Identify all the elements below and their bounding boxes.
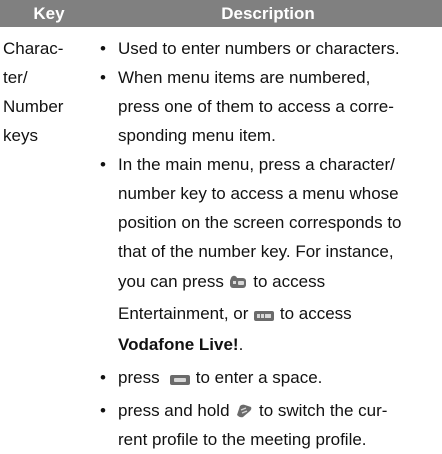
bullet-line: Vodafone Live!.: [118, 330, 442, 359]
bullet-item: • press to enter a space.: [97, 363, 442, 392]
bullet-line: number key to access a menu whose: [118, 184, 399, 203]
bullet-item: • When menu items are numbered, press on…: [97, 63, 442, 150]
table-row: Charac- ter/ Number keys • Used to enter…: [0, 34, 442, 454]
bullet-dot: •: [100, 401, 106, 420]
bullet-line: press and hold to switch the cur-: [118, 396, 442, 425]
key-description-table: Key Description Charac- ter/ Number keys…: [0, 0, 442, 454]
key-line: Number: [3, 97, 64, 116]
bullet-line: Used to enter numbers or characters.: [118, 39, 400, 58]
line-text: to switch the cur-: [254, 401, 388, 420]
line-text: to access: [248, 272, 326, 291]
key-line: keys: [3, 126, 38, 145]
line-text: to enter a space.: [191, 368, 323, 387]
key-6-icon: [254, 311, 275, 321]
line-text: .: [238, 335, 244, 354]
bullet-item: • press and hold to switch the cur- rent…: [97, 396, 442, 454]
bullet-dot: •: [100, 368, 106, 387]
key-0-icon: [170, 375, 191, 385]
bullet-line: Entertainment, or to access: [118, 298, 442, 330]
line-text: press and hold: [118, 401, 235, 420]
table-header: Key Description: [0, 0, 442, 27]
brand-name: Vodafone Live!: [118, 335, 239, 354]
line-text: to access: [275, 304, 352, 323]
bullet-line: that of the number key. For instance,: [118, 242, 394, 261]
bullet-line: press one of them to access a corre-: [118, 97, 394, 116]
bullet-line: When menu items are numbered,: [118, 68, 371, 87]
line-text: press: [118, 368, 165, 387]
bullet-line: press to enter a space.: [118, 363, 442, 392]
header-key: Key: [33, 4, 65, 23]
bullet-line: you can press to access: [118, 266, 442, 298]
bullet-line: sponding menu item.: [118, 126, 276, 145]
key-line: ter/: [3, 68, 28, 87]
line-text: Entertainment, or: [118, 304, 254, 323]
bullet-line: In the main menu, press a character/: [118, 155, 395, 174]
bullet-dot: •: [100, 68, 106, 87]
key-hash-icon: [237, 404, 252, 418]
header-description: Description: [221, 4, 315, 23]
key-3-icon: [229, 275, 246, 288]
description-cell: • Used to enter numbers or characters. •…: [97, 34, 442, 454]
bullet-line: rent profile to the meeting profile.: [118, 430, 367, 449]
line-text: you can press: [118, 272, 229, 291]
bullet-item: • Used to enter numbers or characters.: [97, 34, 442, 63]
key-line: Charac-: [3, 39, 64, 58]
key-cell: Charac- ter/ Number keys: [0, 34, 97, 454]
bullet-dot: •: [100, 155, 106, 174]
bullet-line: position on the screen corresponds to: [118, 213, 402, 232]
bullet-dot: •: [100, 39, 106, 58]
bullet-item: • In the main menu, press a character/ n…: [97, 150, 442, 359]
